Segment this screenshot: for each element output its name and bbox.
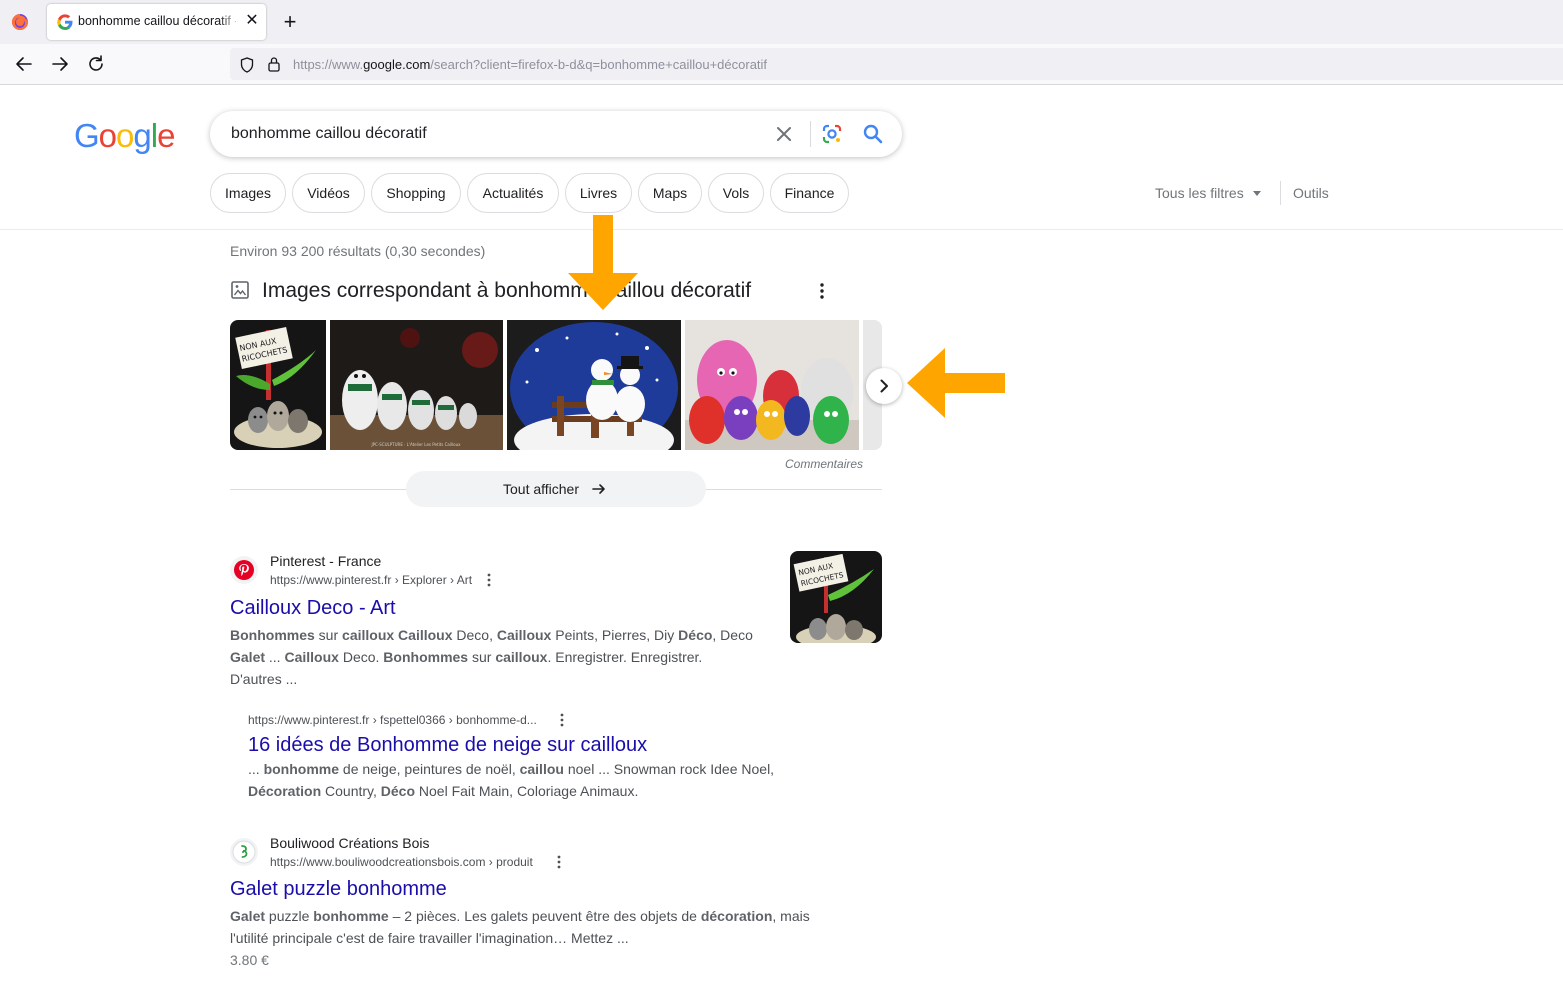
lock-icon[interactable] — [267, 56, 281, 72]
search-input[interactable]: bonhomme caillou décoratif — [231, 125, 427, 143]
chevron-right-icon — [880, 379, 888, 393]
browser-tab-bar: bonhomme caillou décoratif - Recherche G… — [0, 0, 1563, 44]
pinterest-logo-icon — [234, 560, 254, 580]
bouliwood-icon[interactable] — [230, 838, 258, 866]
pinterest-icon[interactable] — [230, 556, 258, 584]
result-stats: Environ 93 200 résultats (0,30 secondes) — [230, 243, 486, 259]
search-icon[interactable] — [862, 123, 884, 145]
result-snippet: Galet puzzle bonhomme – 2 pièces. Les ga… — [230, 905, 870, 949]
result-url[interactable]: https://www.pinterest.fr › Explorer › Ar… — [270, 573, 472, 587]
tab-close-icon[interactable]: ✕ — [243, 12, 261, 30]
result-price: 3.80 € — [230, 952, 269, 968]
show-all-label: Tout afficher — [503, 481, 580, 497]
thumbnail-illustration: NON AUX RICOCHETS — [230, 320, 326, 450]
more-options-icon[interactable] — [815, 282, 829, 300]
chip-flights[interactable]: Vols — [708, 173, 764, 213]
thumbnail-illustration: JPC-SCULPTURE · L'Atelier Les Petits Cai… — [330, 320, 503, 450]
result-site-name[interactable]: Bouliwood Créations Bois — [270, 835, 430, 851]
new-tab-button[interactable]: + — [280, 11, 300, 33]
more-options-icon[interactable] — [559, 713, 565, 727]
all-filters-button[interactable]: Tous les filtres — [1155, 185, 1244, 201]
search-box[interactable]: bonhomme caillou décoratif — [210, 111, 902, 157]
image-thumbnail-1[interactable]: NON AUX RICOCHETS — [230, 320, 326, 450]
result-title-link[interactable]: 16 idées de Bonhomme de neige sur caillo… — [248, 734, 647, 757]
url-text: https://www.google.com/search?client=fir… — [293, 57, 768, 72]
snippet-line: Décoration Country, Déco Noel Fait Main,… — [248, 783, 639, 799]
chip-maps[interactable]: Maps — [638, 173, 702, 213]
result-url[interactable]: https://www.pinterest.fr › fspettel0366 … — [248, 713, 537, 727]
thumbnail-illustration — [685, 320, 859, 450]
thumbnail-illustration: NON AUX RICOCHETS — [790, 551, 882, 643]
caret-down-icon[interactable] — [1253, 191, 1261, 196]
carousel-next-button[interactable] — [866, 368, 902, 404]
shield-icon[interactable] — [240, 57, 254, 73]
image-icon — [231, 281, 249, 299]
browser-nav-bar: https://www.google.com/search?client=fir… — [0, 44, 1563, 85]
result-site-name[interactable]: Pinterest - France — [270, 553, 381, 569]
annotation-arrow-down-icon — [568, 215, 638, 310]
firefox-icon[interactable] — [11, 13, 29, 31]
result-snippet: Bonhommes sur cailloux Cailloux Deco, Ca… — [230, 624, 780, 690]
result-url[interactable]: https://www.bouliwoodcreationsbois.com ›… — [270, 855, 533, 869]
thumbnail-illustration — [507, 320, 681, 450]
url-bar[interactable]: https://www.google.com/search?client=fir… — [230, 48, 1563, 80]
filters-separator — [1280, 181, 1281, 205]
feedback-link[interactable]: Commentaires — [785, 457, 863, 471]
image-thumbnail-4[interactable] — [685, 320, 859, 450]
snippet-line: ... bonhomme de neige, peintures de noël… — [248, 761, 775, 777]
clear-icon[interactable] — [773, 123, 795, 145]
google-lens-icon[interactable] — [821, 123, 843, 145]
result-thumbnail[interactable]: NON AUX RICOCHETS — [790, 551, 882, 643]
result-snippet: ... bonhomme de neige, peintures de noël… — [248, 758, 828, 802]
chip-images[interactable]: Images — [210, 173, 286, 213]
images-section-title: Images correspondant à bonhomme caillou … — [262, 279, 752, 302]
google-favicon-icon — [57, 14, 73, 30]
more-options-icon[interactable] — [486, 573, 492, 587]
more-options-icon[interactable] — [556, 855, 562, 869]
chip-shopping[interactable]: Shopping — [371, 173, 461, 213]
tools-button[interactable]: Outils — [1293, 185, 1329, 201]
chip-finance[interactable]: Finance — [770, 173, 849, 213]
bouliwood-logo-icon — [232, 840, 256, 864]
image-thumbnail-2[interactable]: JPC-SCULPTURE · L'Atelier Les Petits Cai… — [330, 320, 503, 450]
chip-books[interactable]: Livres — [565, 173, 632, 213]
snippet-line: l'utilité principale c'est de faire trav… — [230, 930, 629, 946]
thumbnail-caption: JPC-SCULPTURE · L'Atelier Les Petits Cai… — [370, 442, 461, 447]
chip-videos[interactable]: Vidéos — [292, 173, 365, 213]
snippet-line: D'autres ... — [230, 671, 298, 687]
forward-arrow-icon[interactable] — [49, 53, 71, 75]
back-arrow-icon[interactable] — [13, 53, 35, 75]
snippet-line: Galet ... Cailloux Deco. Bonhommes sur c… — [230, 649, 703, 665]
result-title-link[interactable]: Cailloux Deco - Art — [230, 597, 396, 620]
search-box-separator — [810, 121, 811, 147]
result-title-link[interactable]: Galet puzzle bonhomme — [230, 878, 447, 901]
annotation-arrow-left-icon — [907, 348, 1005, 418]
active-tab[interactable]: bonhomme caillou décoratif - Recherche G… — [47, 4, 266, 40]
reload-icon[interactable] — [85, 53, 107, 75]
chip-news[interactable]: Actualités — [467, 173, 559, 213]
google-logo[interactable]: Google — [74, 117, 175, 155]
snippet-line: Galet puzzle bonhomme – 2 pièces. Les ga… — [230, 908, 810, 924]
arrow-right-icon — [592, 484, 605, 494]
tab-title: bonhomme caillou décoratif - Recherche G… — [78, 14, 236, 28]
header-divider — [0, 229, 1563, 230]
image-thumbnail-3[interactable] — [507, 320, 681, 450]
tab-title-fade — [219, 10, 241, 34]
snippet-line: Bonhommes sur cailloux Cailloux Deco, Ca… — [230, 627, 753, 643]
show-all-button[interactable]: Tout afficher — [406, 471, 706, 507]
